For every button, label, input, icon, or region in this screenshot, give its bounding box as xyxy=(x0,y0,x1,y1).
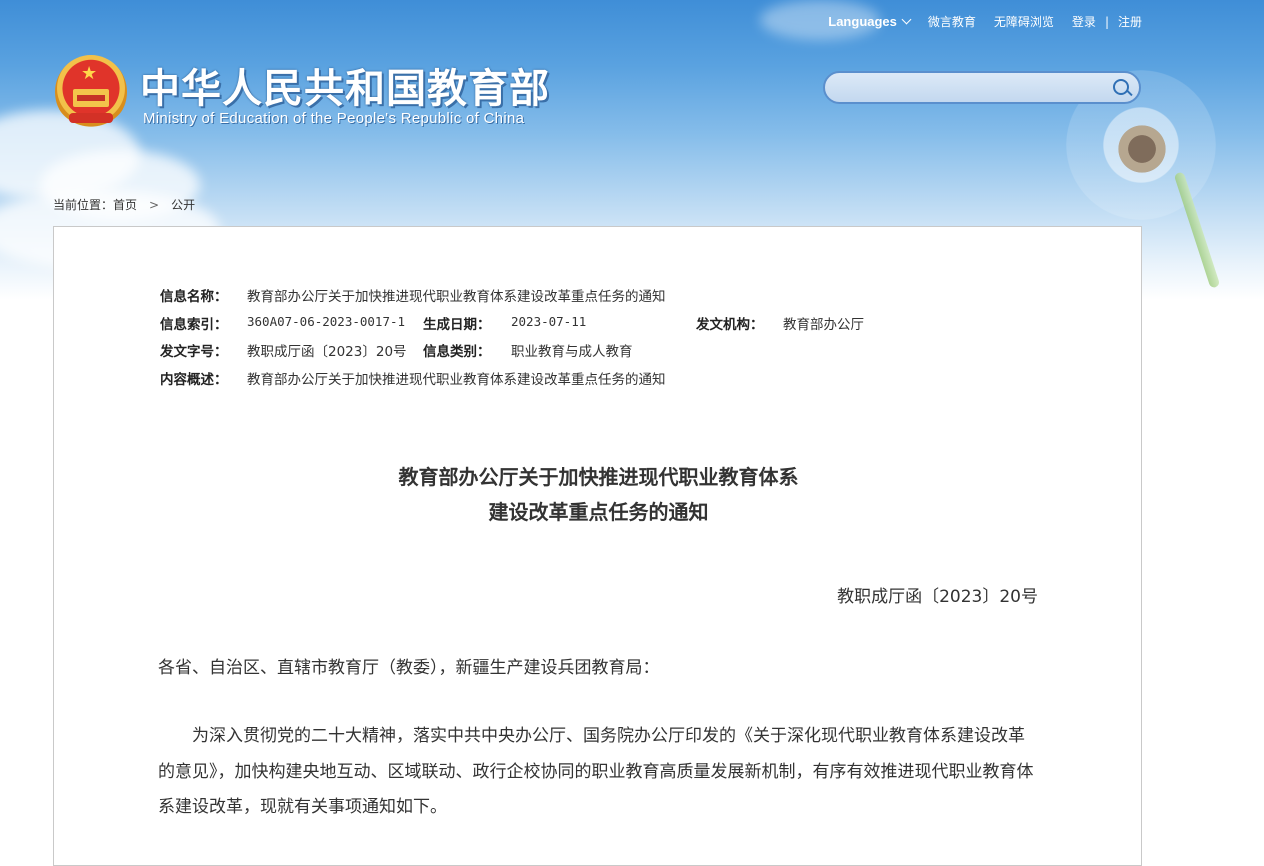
breadcrumb-prefix: 当前位置： xyxy=(53,198,114,212)
search-box xyxy=(823,71,1141,104)
document-title-line2: 建设改革重点任务的通知 xyxy=(488,500,709,524)
site-title-cn[interactable]: 中华人民共和国教育部 xyxy=(140,56,550,114)
register-link[interactable]: 注册 xyxy=(1118,13,1142,30)
national-emblem-logo[interactable]: ★ xyxy=(55,55,127,129)
accessibility-link[interactable]: 无障碍浏览 xyxy=(994,13,1054,30)
document-paragraph: 为深入贯彻党的二十大精神，落实中共中央办公厅、国务院办公厅印发的《关于深化现代职… xyxy=(158,726,1034,817)
meta-name-label: 信息名称： xyxy=(160,289,228,305)
site-title-en: Ministry of Education of the People's Re… xyxy=(143,110,525,127)
meta-org-label: 发文机构： xyxy=(696,316,764,333)
dandelion-core xyxy=(1112,124,1172,174)
meta-summary-label: 内容概述： xyxy=(160,371,228,388)
breadcrumb-separator: > xyxy=(149,197,160,212)
meta-name-value: 教育部办公厅关于加快推进现代职业教育体系建设改革重点任务的通知 xyxy=(247,289,666,305)
meta-date-value: 2023-07-11 xyxy=(511,313,587,329)
meta-date-label: 生成日期： xyxy=(423,316,491,333)
login-link[interactable]: 登录 xyxy=(1072,13,1096,30)
content-panel: 信息名称： 教育部办公厅关于加快推进现代职业教育体系建设改革重点任务的通知 信息… xyxy=(53,226,1142,866)
star-icon: ★ xyxy=(81,63,98,84)
breadcrumb-public[interactable]: 公开 xyxy=(171,196,195,213)
top-nav: Languages 微言教育 无障碍浏览 登录 | 注册 xyxy=(810,13,1142,30)
nav-separator: | xyxy=(1104,14,1109,29)
search-input[interactable] xyxy=(837,78,1111,100)
document-number: 教职成厅函〔2023〕20号 xyxy=(837,587,1038,607)
document-title: 教育部办公厅关于加快推进现代职业教育体系 建设改革重点任务的通知 xyxy=(54,460,1143,530)
meta-org-value: 教育部办公厅 xyxy=(783,316,864,333)
document-salutation: 各省、自治区、直辖市教育厅（教委），新疆生产建设兵团教育局： xyxy=(158,658,660,678)
tiananmen-detail xyxy=(77,95,105,101)
meta-docno-label: 发文字号： xyxy=(160,344,228,360)
ribbon-icon xyxy=(69,113,113,123)
search-icon[interactable] xyxy=(1113,79,1129,95)
document-title-line1: 教育部办公厅关于加快推进现代职业教育体系 xyxy=(398,465,799,489)
breadcrumb: 当前位置： 首页 > 公开 xyxy=(53,196,195,213)
meta-index-value: 360A07-06-2023-0017-1 xyxy=(247,313,406,329)
meta-summary-value: 教育部办公厅关于加快推进现代职业教育体系建设改革重点任务的通知 xyxy=(247,371,666,388)
breadcrumb-home[interactable]: 首页 xyxy=(113,196,137,213)
meta-docno-value: 教职成厅函〔2023〕20号 xyxy=(247,344,407,360)
meta-category-value: 职业教育与成人教育 xyxy=(511,344,633,360)
languages-menu[interactable]: Languages xyxy=(828,14,912,29)
chevron-down-icon xyxy=(901,14,912,25)
weiyan-link[interactable]: 微言教育 xyxy=(928,13,976,30)
meta-index-label: 信息索引： xyxy=(160,316,228,333)
languages-label: Languages xyxy=(828,14,897,29)
meta-category-label: 信息类别： xyxy=(423,344,491,360)
